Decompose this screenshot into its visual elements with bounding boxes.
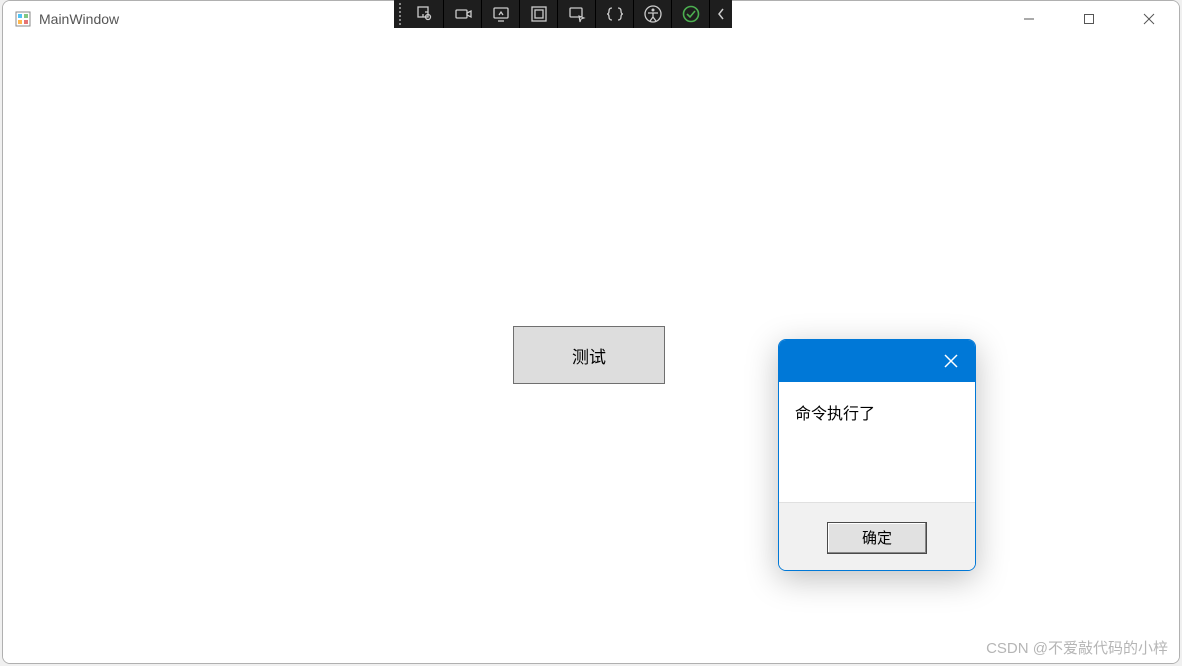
ok-button[interactable]: 确定 [827,522,927,554]
watermark: CSDN @不爱敲代码的小梓 [986,637,1168,658]
test-button[interactable]: 测试 [513,326,665,384]
minimize-button[interactable] [999,1,1059,37]
chevron-left-icon[interactable] [710,0,732,28]
accessibility-icon[interactable] [634,0,672,28]
close-button[interactable] [1119,1,1179,37]
message-box-titlebar[interactable] [779,340,975,382]
checkmark-ok-icon[interactable] [672,0,710,28]
message-text: 命令执行了 [779,382,975,502]
select-element-icon[interactable] [406,0,444,28]
drag-handle-icon[interactable] [394,0,406,28]
close-icon[interactable] [939,349,963,373]
main-window: MainWindow 测试 [2,0,1180,664]
maximize-button[interactable] [1059,1,1119,37]
debug-toolbar[interactable] [394,0,732,28]
screen-select-icon[interactable] [558,0,596,28]
client-area: 测试 [3,37,1179,663]
camera-icon[interactable] [444,0,482,28]
window-controls [999,1,1179,37]
window-title: MainWindow [39,11,119,27]
screen-share-icon[interactable] [482,0,520,28]
message-box-footer: 确定 [779,502,975,571]
layout-box-icon[interactable] [520,0,558,28]
app-icon [15,11,31,27]
message-box: 命令执行了 确定 [778,339,976,571]
code-braces-icon[interactable] [596,0,634,28]
